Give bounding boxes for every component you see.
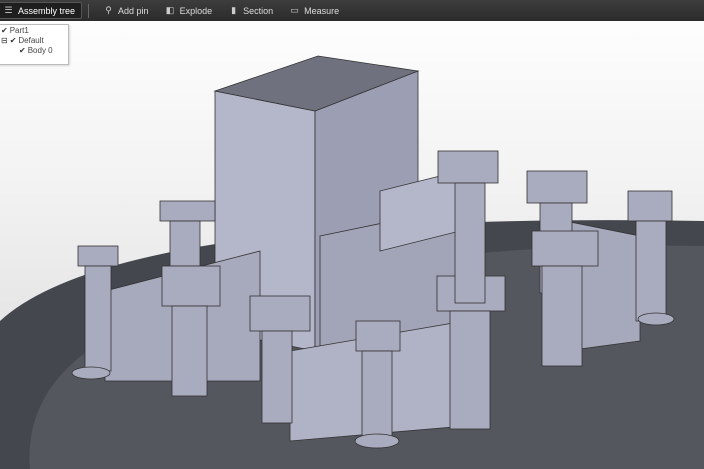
pin-icon: ⚲ (105, 5, 112, 15)
add-pin-label: Add pin (118, 5, 149, 16)
measure-label: Measure (304, 5, 340, 16)
section-icon: ▮ (231, 5, 237, 15)
measure-button[interactable]: ▭ Measure (281, 0, 347, 21)
tree-item-body0[interactable]: ✔ Body 0 (0, 45, 68, 55)
assembly-tree-panel: ✔ Part1 ⊟ ✔ Default ✔ Body 0 (0, 24, 69, 65)
checkbox-checked-icon[interactable]: ✔ (10, 36, 17, 45)
assembly-tree-label: Assembly tree (18, 5, 76, 16)
3d-viewport[interactable] (0, 21, 704, 469)
section-label: Section (243, 5, 274, 16)
assembly-tree-button[interactable]: ☰ Assembly tree (0, 2, 83, 19)
tree-item-label: Part1 (9, 25, 29, 35)
explode-button[interactable]: ◧ Explode (157, 0, 221, 21)
list-icon: ☰ (4, 5, 13, 15)
tree-item-default[interactable]: ⊟ ✔ Default (0, 35, 68, 45)
checkbox-checked-icon[interactable]: ✔ (1, 26, 8, 35)
add-pin-button[interactable]: ⚲ Add pin (95, 0, 157, 21)
tree-item-label: Default (18, 35, 44, 45)
divider (88, 3, 90, 18)
section-button[interactable]: ▮ Section (220, 0, 281, 21)
toolbar: ☰ Assembly tree ⚲ Add pin ◧ Explode ▮ Sectio… (0, 0, 704, 21)
tree-item-part1[interactable]: ✔ Part1 (0, 25, 68, 35)
collapse-icon[interactable]: ⊟ (1, 36, 8, 45)
tree-item-label: Body 0 (27, 45, 53, 55)
explode-icon: ◧ (165, 5, 175, 15)
checkbox-checked-icon[interactable]: ✔ (19, 46, 26, 55)
ruler-icon: ▭ (290, 5, 299, 15)
explode-label: Explode (179, 5, 213, 16)
